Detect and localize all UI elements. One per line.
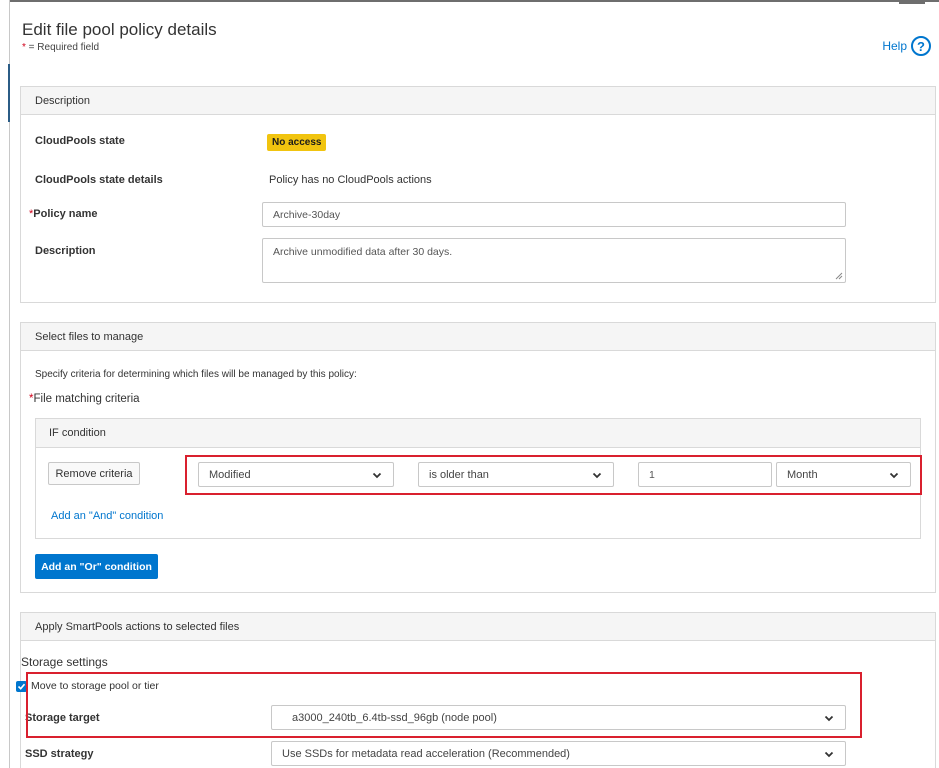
- window-top-right-mark: [899, 0, 925, 4]
- cloudpools-details-label-row: CloudPools state details: [35, 174, 163, 186]
- help-label[interactable]: Help: [882, 39, 907, 53]
- select-files-section-header: Select files to manage: [21, 323, 935, 351]
- remove-criteria-button[interactable]: Remove criteria: [48, 462, 140, 485]
- storage-settings-heading: Storage settings: [21, 655, 108, 669]
- smartpools-actions-header: Apply SmartPools actions to selected fil…: [21, 613, 935, 641]
- if-condition-header: IF condition: [36, 419, 920, 448]
- files-instruction-row: Specify criteria for determining which f…: [35, 369, 357, 380]
- description-label: Description: [35, 245, 96, 257]
- chevron-down-icon: [824, 751, 834, 757]
- required-field-note: * = Required field: [22, 42, 931, 53]
- description-textarea[interactable]: Archive unmodified data after 30 days.: [262, 238, 846, 283]
- criteria-label-row: *File matching criteria: [29, 393, 140, 405]
- description-textarea-value: Archive unmodified data after 30 days.: [273, 246, 453, 258]
- resize-grip-icon[interactable]: [835, 272, 843, 280]
- add-and-condition-link[interactable]: Add an "And" condition: [51, 510, 163, 522]
- cloudpools-state-label-row: CloudPools state: [35, 135, 125, 147]
- help-link[interactable]: Help ?: [882, 36, 931, 56]
- storage-target-highlight-box: [26, 672, 862, 738]
- description-label-row: Description: [35, 245, 96, 257]
- policy-name-label: *Policy name: [29, 208, 98, 220]
- window-left-accent: [8, 64, 10, 122]
- cloudpools-details-value-row: Policy has no CloudPools actions: [269, 174, 432, 186]
- required-note-text: = Required field: [25, 42, 100, 53]
- criteria-highlight-box: [185, 455, 922, 495]
- add-or-condition-button[interactable]: Add an "Or" condition: [35, 554, 158, 579]
- storage-settings-heading-row: Storage settings: [21, 655, 108, 669]
- policy-name-input[interactable]: Archive-30day: [262, 202, 846, 227]
- ssd-strategy-label-row: SSD strategy: [25, 748, 93, 760]
- files-instruction: Specify criteria for determining which f…: [35, 369, 357, 380]
- checkmark-icon: [17, 683, 26, 690]
- criteria-label: *File matching criteria: [29, 393, 140, 405]
- cloudpools-state-badge: No access: [267, 134, 327, 151]
- page-title: Edit file pool policy details: [22, 20, 217, 39]
- policy-name-label-row: *Policy name: [29, 208, 97, 220]
- ssd-strategy-select[interactable]: Use SSDs for metadata read acceleration …: [271, 741, 846, 766]
- description-section: Description CloudPools state No access C…: [20, 86, 936, 303]
- page-header: Edit file pool policy details * = Requir…: [22, 20, 931, 56]
- help-icon[interactable]: ?: [911, 36, 931, 56]
- ssd-strategy-value: Use SSDs for metadata read acceleration …: [282, 747, 570, 760]
- cloudpools-state-label: CloudPools state: [35, 135, 125, 147]
- cloudpools-details-value: Policy has no CloudPools actions: [269, 174, 432, 186]
- description-section-header: Description: [21, 87, 935, 115]
- cloudpools-details-label: CloudPools state details: [35, 174, 163, 186]
- cloudpools-state-value-row: No access: [267, 134, 327, 151]
- ssd-strategy-label: SSD strategy: [25, 748, 94, 760]
- window-top-border: [10, 0, 939, 6]
